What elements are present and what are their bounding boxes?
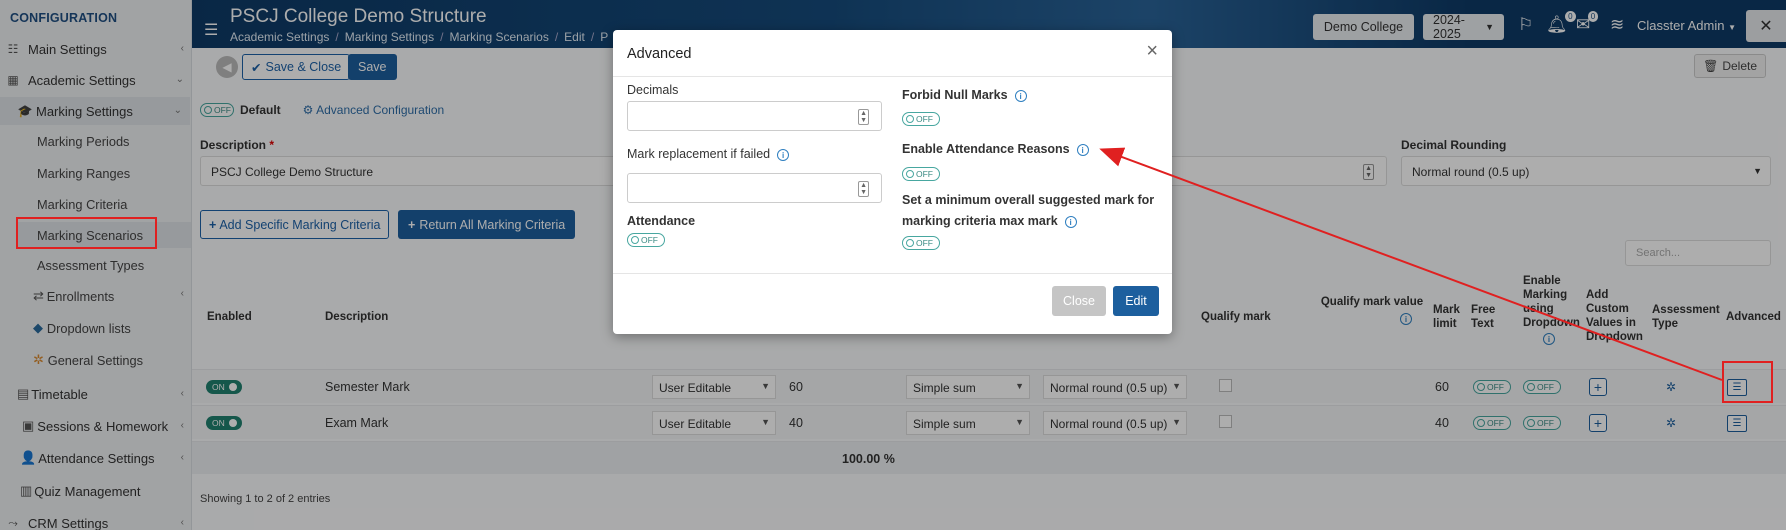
decimals-label: Decimals: [627, 83, 679, 97]
decimals-input[interactable]: ▲ ▼: [627, 101, 882, 131]
spinner-icon[interactable]: ▲ ▼: [858, 109, 869, 125]
info-icon[interactable]: i: [1064, 216, 1077, 228]
info-icon[interactable]: i: [1014, 90, 1027, 102]
toggle-knob: [906, 170, 914, 178]
annotation-box-advanced-icon: [1722, 361, 1773, 403]
min-suggested-text: Set a minimum overall suggested mark for: [902, 193, 1155, 207]
min-suggested-label: Set a minimum overall suggested mark for…: [902, 190, 1162, 232]
modal-title: Advanced: [627, 46, 692, 62]
mark-replacement-label: Mark replacement if failed i: [627, 147, 790, 161]
modal-divider: [613, 273, 1172, 274]
mark-replacement-input[interactable]: ▲ ▼: [627, 173, 882, 203]
close-button[interactable]: Close: [1052, 286, 1106, 316]
attendance-toggle[interactable]: OFF: [627, 233, 665, 247]
toggle-label: OFF: [916, 238, 933, 248]
toggle-knob: [906, 115, 914, 123]
toggle-knob: [906, 239, 914, 247]
info-icon[interactable]: i: [777, 149, 790, 161]
enable-attendance-reasons-text: Enable Attendance Reasons: [902, 142, 1070, 156]
toggle-label: OFF: [916, 169, 933, 179]
toggle-knob: [631, 236, 639, 244]
edit-button[interactable]: Edit: [1113, 286, 1159, 316]
spinner-icon[interactable]: ▲ ▼: [858, 181, 869, 197]
min-suggested-toggle[interactable]: OFF: [902, 236, 940, 250]
forbid-null-label: Forbid Null Marks i: [902, 88, 1027, 102]
forbid-null-text: Forbid Null Marks: [902, 88, 1008, 102]
modal-close-icon[interactable]: ×: [1146, 40, 1158, 63]
annotation-box-marking-scenarios: [16, 217, 157, 249]
toggle-label: OFF: [916, 114, 933, 124]
attendance-label: Attendance: [627, 214, 696, 228]
enable-attendance-reasons-toggle[interactable]: OFF: [902, 167, 940, 181]
modal-divider: [613, 76, 1172, 77]
toggle-label: OFF: [641, 235, 658, 245]
mark-replacement-text: Mark replacement if failed: [627, 147, 771, 161]
advanced-modal: Advanced × Decimals ▲ ▼ Mark replacement …: [613, 30, 1172, 334]
info-icon[interactable]: i: [1076, 144, 1089, 156]
enable-attendance-reasons-label: Enable Attendance Reasons i: [902, 142, 1089, 156]
min-suggested-text: marking criteria max mark: [902, 214, 1058, 228]
forbid-null-toggle[interactable]: OFF: [902, 112, 940, 126]
